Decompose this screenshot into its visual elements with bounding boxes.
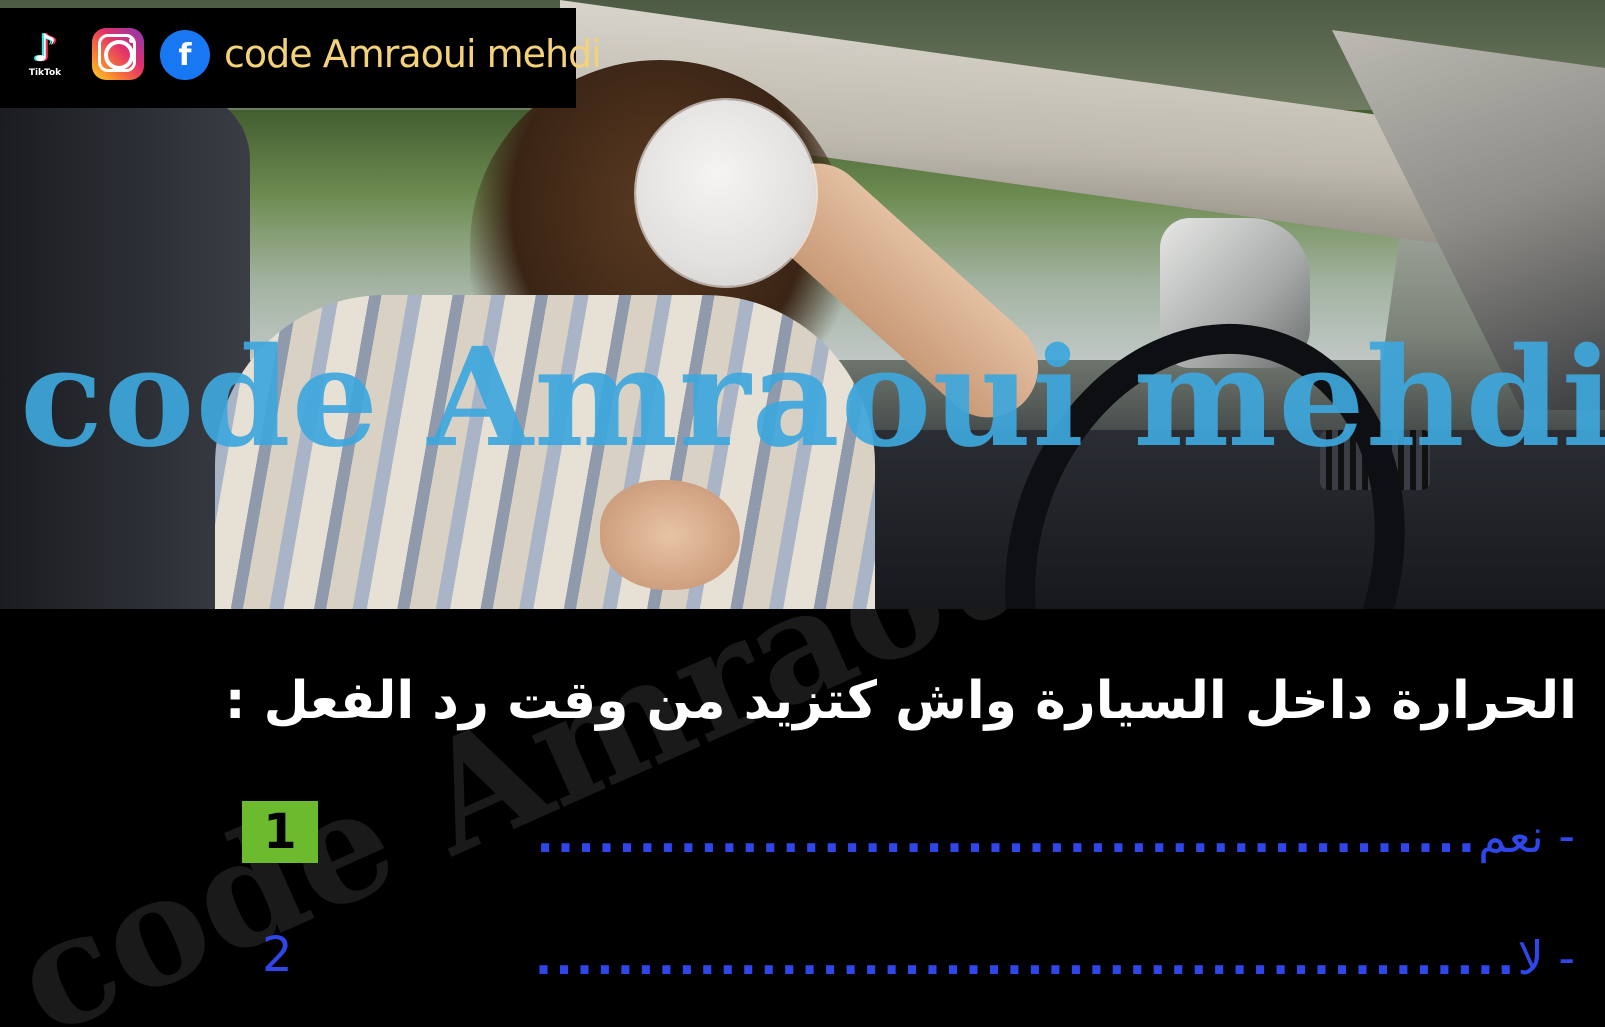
- facebook-icon[interactable]: f: [160, 30, 210, 80]
- answer-dots: ........................................…: [534, 930, 1518, 985]
- answer-label: - نعم: [1478, 808, 1575, 863]
- channel-name: code Amraoui mehdi: [224, 32, 602, 76]
- blurred-face: [636, 100, 816, 286]
- answer-option-2[interactable]: - لا....................................…: [535, 927, 1575, 987]
- answer-dots: ........................................…: [536, 808, 1479, 863]
- instagram-icon[interactable]: [92, 28, 144, 80]
- answer-badge-1[interactable]: 1: [242, 801, 318, 863]
- answer-number-2[interactable]: 2: [262, 927, 293, 983]
- answer-label: - لا: [1517, 930, 1575, 985]
- tiktok-label: TikTok: [28, 68, 62, 78]
- question-panel: code Amraoui mehdi الحرارة داخل السيارة …: [0, 609, 1605, 1027]
- brand-bar: ♪ TikTok f code Amraoui mehdi: [0, 8, 602, 108]
- watermark-text: code Amraoui mehdi: [20, 318, 1605, 478]
- driver-hand: [600, 480, 740, 590]
- question-text: الحرارة داخل السيارة واش كتزيد من وقت رد…: [224, 671, 1577, 731]
- tiktok-icon[interactable]: ♪ TikTok: [25, 28, 65, 80]
- answer-option-1[interactable]: - نعم...................................…: [536, 805, 1575, 865]
